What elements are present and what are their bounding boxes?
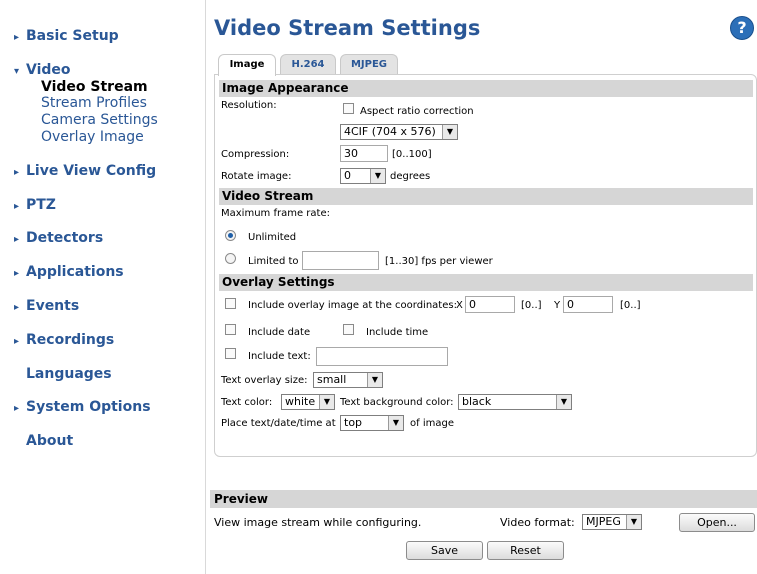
chevron-right-icon: ▸ <box>14 336 20 347</box>
reset-button[interactable]: Reset <box>487 541 564 560</box>
limited-range: [1..30] fps per viewer <box>385 256 493 267</box>
sidebar-item-ptz[interactable]: ▸ PTZ <box>14 197 56 213</box>
include-text-label: Include text: <box>248 351 311 362</box>
chevron-right-icon: ▸ <box>14 32 20 43</box>
rotate-select[interactable]: 0 ▼ <box>340 168 386 184</box>
sidebar-sub-camera-settings[interactable]: Camera Settings <box>41 112 158 128</box>
sidebar-divider <box>205 0 206 574</box>
include-overlay-image-label: Include overlay image at the coordinates… <box>248 300 457 311</box>
chevron-right-icon: ▸ <box>14 403 20 414</box>
sidebar-item-languages[interactable]: Languages <box>14 366 112 382</box>
sidebar-item-basic-setup[interactable]: ▸ Basic Setup <box>14 28 119 44</box>
sidebar-item-about[interactable]: About <box>14 433 73 449</box>
place-value: top <box>344 416 363 429</box>
rotate-unit: degrees <box>390 171 431 182</box>
dropdown-arrow-icon: ▼ <box>367 373 382 387</box>
aspect-ratio-label: Aspect ratio correction <box>360 106 474 117</box>
x-coordinate-input[interactable]: 0 <box>465 296 515 313</box>
include-overlay-image-checkbox[interactable] <box>225 298 236 309</box>
dropdown-arrow-icon: ▼ <box>319 395 334 409</box>
sidebar-sub-video-stream[interactable]: Video Stream <box>41 79 148 95</box>
section-overlay-settings: Overlay Settings <box>219 274 753 291</box>
sidebar-item-detectors[interactable]: ▸ Detectors <box>14 230 103 246</box>
text-size-value: small <box>317 373 347 386</box>
dropdown-arrow-icon: ▼ <box>626 515 641 529</box>
sidebar: ▸ Basic Setup ▾ Video Video Stream Stream … <box>0 0 205 574</box>
place-label: Place text/date/time at <box>221 418 336 429</box>
include-date-checkbox[interactable] <box>225 324 236 335</box>
place-suffix: of image <box>410 418 454 429</box>
chevron-right-icon: ▸ <box>14 302 20 313</box>
open-button[interactable]: Open... <box>679 513 755 532</box>
chevron-right-icon: ▸ <box>14 167 20 178</box>
sidebar-item-applications[interactable]: ▸ Applications <box>14 264 124 280</box>
rotate-label: Rotate image: <box>221 171 292 182</box>
include-time-checkbox[interactable] <box>343 324 354 335</box>
dropdown-arrow-icon: ▼ <box>370 169 385 183</box>
chevron-right-icon: ▸ <box>14 201 20 212</box>
text-bg-color-label: Text background color: <box>340 397 454 408</box>
sidebar-item-recordings[interactable]: ▸ Recordings <box>14 332 114 348</box>
section-preview: Preview <box>210 490 757 508</box>
section-video-stream: Video Stream <box>219 188 753 205</box>
chevron-down-icon: ▾ <box>14 66 20 77</box>
y-coordinate-input[interactable]: 0 <box>563 296 613 313</box>
compression-range: [0..100] <box>392 149 432 160</box>
chevron-right-icon: ▸ <box>14 268 20 279</box>
rotate-value: 0 <box>344 169 351 182</box>
limited-fps-input[interactable] <box>302 251 379 270</box>
sidebar-item-live-view-config[interactable]: ▸ Live View Config <box>14 163 156 179</box>
include-date-label: Include date <box>248 327 311 338</box>
sidebar-sub-stream-profiles[interactable]: Stream Profiles <box>41 95 147 111</box>
text-size-select[interactable]: small ▼ <box>313 372 383 388</box>
text-color-select[interactable]: white ▼ <box>281 394 335 410</box>
resolution-select[interactable]: 4CIF (704 x 576) ▼ <box>340 124 458 140</box>
video-format-label: Video format: <box>500 516 575 529</box>
section-image-appearance: Image Appearance <box>219 80 753 97</box>
include-text-input[interactable] <box>316 347 448 366</box>
chevron-right-icon: ▸ <box>14 234 20 245</box>
resolution-label: Resolution: <box>221 100 277 111</box>
aspect-ratio-checkbox[interactable] <box>343 103 354 114</box>
include-text-checkbox[interactable] <box>225 348 236 359</box>
y-label: Y <box>554 300 561 311</box>
dropdown-arrow-icon: ▼ <box>556 395 571 409</box>
place-select[interactable]: top ▼ <box>340 415 404 431</box>
unlimited-label: Unlimited <box>248 232 297 243</box>
compression-input[interactable]: 30 <box>340 145 388 162</box>
tab-mjpeg[interactable]: MJPEG <box>340 54 398 75</box>
sidebar-sub-overlay-image[interactable]: Overlay Image <box>41 129 144 145</box>
sidebar-item-video[interactable]: ▾ Video <box>14 62 71 78</box>
max-frame-rate-label: Maximum frame rate: <box>221 208 330 219</box>
dropdown-arrow-icon: ▼ <box>442 125 457 139</box>
video-format-value: MJPEG <box>586 515 621 528</box>
preview-description: View image stream while configuring. <box>214 516 422 529</box>
sidebar-item-system-options[interactable]: ▸ System Options <box>14 399 151 415</box>
text-color-value: white <box>285 395 316 408</box>
resolution-value: 4CIF (704 x 576) <box>344 125 436 138</box>
x-label: X <box>456 300 463 311</box>
include-time-label: Include time <box>366 327 429 338</box>
save-button[interactable]: Save <box>406 541 483 560</box>
text-bg-color-value: black <box>462 395 492 408</box>
page-title: Video Stream Settings <box>214 16 481 40</box>
text-bg-color-select[interactable]: black ▼ <box>458 394 572 410</box>
tab-image[interactable]: Image <box>218 54 276 76</box>
limited-radio[interactable] <box>225 253 236 264</box>
dropdown-arrow-icon: ▼ <box>388 416 403 430</box>
x-range: [0..] <box>521 300 542 311</box>
unlimited-radio[interactable] <box>225 230 236 241</box>
y-range: [0..] <box>620 300 641 311</box>
limited-label: Limited to <box>248 256 299 267</box>
compression-label: Compression: <box>221 149 290 160</box>
tab-h264[interactable]: H.264 <box>280 54 336 75</box>
text-color-label: Text color: <box>221 397 273 408</box>
sidebar-item-events[interactable]: ▸ Events <box>14 298 79 314</box>
video-format-select[interactable]: MJPEG ▼ <box>582 514 642 530</box>
text-size-label: Text overlay size: <box>221 375 308 386</box>
help-icon[interactable]: ? <box>730 16 754 40</box>
